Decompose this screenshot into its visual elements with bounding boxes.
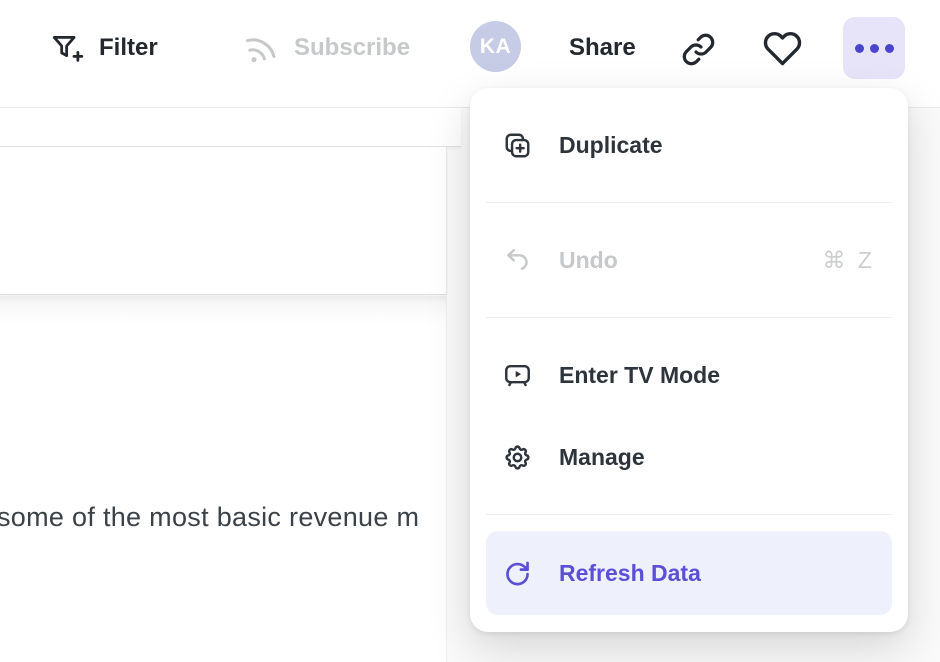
gear-icon [503, 443, 532, 472]
menu-item-duplicate[interactable]: Duplicate [486, 104, 892, 186]
undo-icon [503, 246, 532, 275]
refresh-icon [503, 559, 532, 588]
tv-icon [503, 361, 532, 390]
ellipsis-icon [870, 44, 879, 53]
filter-button[interactable]: Filter [49, 27, 158, 69]
avatar-initials: KA [480, 35, 511, 59]
menu-item-refresh-data[interactable]: Refresh Data [486, 531, 892, 615]
copy-link-button[interactable] [680, 28, 717, 70]
menu-item-label: Manage [559, 444, 645, 471]
menu-item-enter-tv-mode[interactable]: Enter TV Mode [486, 334, 892, 416]
avatar[interactable]: KA [470, 21, 521, 72]
duplicate-icon [503, 131, 532, 160]
dashboard-section [0, 296, 447, 662]
shortcut-hint: ⌘ Z [823, 247, 875, 274]
filter-plus-icon [49, 31, 84, 66]
share-button[interactable]: Share [569, 27, 636, 69]
menu-item-label: Enter TV Mode [559, 362, 720, 389]
favorite-button[interactable] [762, 27, 803, 69]
rss-icon [243, 30, 279, 66]
subscribe-button[interactable]: Subscribe [243, 27, 410, 69]
menu-divider [486, 202, 892, 203]
menu-divider [486, 514, 892, 515]
ellipsis-icon [885, 44, 894, 53]
link-icon [680, 31, 717, 68]
heart-icon [762, 28, 803, 69]
menu-divider [486, 317, 892, 318]
menu-item-label: Undo [559, 247, 618, 274]
dashboard-card [0, 147, 447, 295]
dashboard-screen: some of the most basic revenue m Filter … [0, 0, 940, 662]
filter-label: Filter [99, 34, 158, 62]
toolbar-band [0, 108, 461, 147]
menu-item-label: Refresh Data [559, 560, 701, 587]
menu-item-label: Duplicate [559, 132, 663, 159]
more-options-menu: Duplicate Undo ⌘ Z Enter TV M [470, 88, 908, 632]
menu-item-undo[interactable]: Undo ⌘ Z [486, 219, 892, 301]
ellipsis-icon [855, 44, 864, 53]
more-options-button[interactable] [843, 17, 905, 79]
subscribe-label: Subscribe [294, 34, 410, 62]
menu-item-manage[interactable]: Manage [486, 416, 892, 498]
share-label: Share [569, 34, 636, 62]
